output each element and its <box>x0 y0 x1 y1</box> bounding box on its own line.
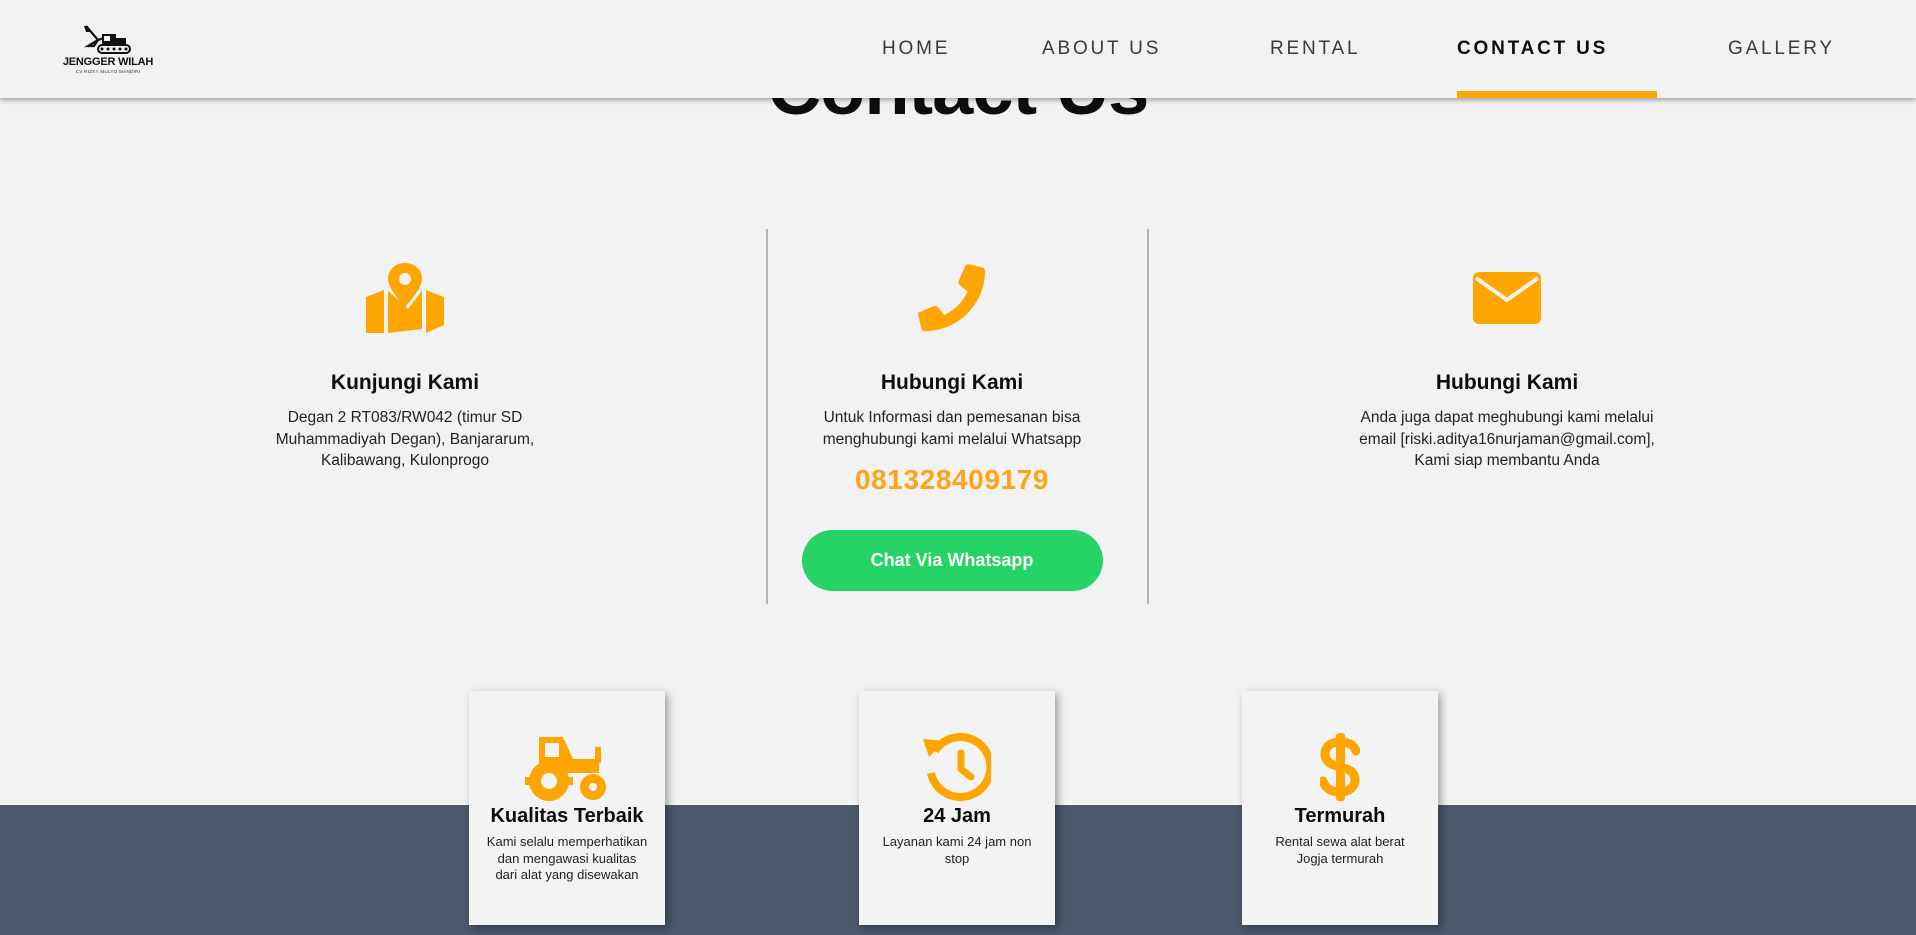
phone-title: Hubungi Kami <box>880 371 1024 394</box>
feature-description: Rental sewa alat berat Jogja termurah <box>1242 834 1438 867</box>
envelope-icon <box>1330 258 1684 338</box>
feature-card-quality: Kualitas Terbaik Kami selalu memperhatik… <box>469 691 665 925</box>
visit-title: Kunjungi Kami <box>330 371 480 394</box>
address-line: Degan 2 RT083/RW042 (timur SD <box>287 409 523 426</box>
feature-title: Kualitas Terbaik <box>490 805 644 827</box>
email-description-line: Kami siap membantu Anda <box>1414 452 1600 469</box>
contact-visit: Kunjungi Kami Degan 2 RT083/RW042 (timur… <box>230 230 580 472</box>
feature-line: dan mengawasi kualitas <box>497 850 637 866</box>
nav-gallery[interactable]: GALLERY <box>1728 38 1835 60</box>
email-description-line: Anda juga dapat meghubungi kami melalui <box>1360 409 1654 426</box>
email-description: Anda juga dapat meghubungi kami melalui … <box>1330 407 1684 472</box>
contact-email: Hubungi Kami Anda juga dapat meghubungi … <box>1330 230 1684 472</box>
dollar-icon <box>1242 727 1438 801</box>
address-line: Kalibawang, Kulonprogo <box>320 452 490 469</box>
phone-description-line: Untuk Informasi dan pemesanan bisa <box>823 409 1081 426</box>
map-pin-icon <box>230 258 580 338</box>
logo-name: JENGGER WILAH <box>62 56 154 68</box>
address-line: Muhammadiyah Degan), Banjararum, <box>275 430 535 448</box>
nav-home[interactable]: HOME <box>882 38 950 60</box>
email-description-line: email [riski.aditya16nurjaman@gmail.com]… <box>1359 430 1655 448</box>
feature-line: Kami selalu memperhatikan <box>486 834 648 849</box>
feature-description: Layanan kami 24 jam non stop <box>859 834 1055 867</box>
column-divider <box>1147 229 1149 604</box>
contact-phone: Hubungi Kami Untuk Informasi dan pemesan… <box>780 230 1124 591</box>
nav-rental[interactable]: RENTAL <box>1270 38 1360 60</box>
column-divider <box>766 229 768 604</box>
excavator-logo-icon <box>84 25 131 54</box>
feature-line: dari alat yang disewakan <box>495 867 639 882</box>
feature-line: Layanan kami 24 jam non <box>882 834 1032 849</box>
phone-number[interactable]: 081328409179 <box>780 464 1124 496</box>
chat-whatsapp-button[interactable]: Chat Via Whatsapp <box>801 530 1103 591</box>
nav-active-indicator <box>1457 91 1657 98</box>
phone-description: Untuk Informasi dan pemesanan bisa mengh… <box>780 407 1124 450</box>
feature-card-24-hours: 24 Jam Layanan kami 24 jam non stop <box>859 691 1055 925</box>
history-clock-icon <box>859 727 1055 801</box>
feature-description: Kami selalu memperhatikan dan mengawasi … <box>469 834 665 884</box>
navbar: JENGGER WILAH CV RIZKY MULYO MANDIRI HOM… <box>0 0 1916 98</box>
logo[interactable]: JENGGER WILAH CV RIZKY MULYO MANDIRI <box>50 22 166 76</box>
phone-description-line: menghubungi kami melalui Whatsapp <box>822 430 1082 448</box>
phone-icon <box>780 258 1124 338</box>
feature-card-cheapest: Termurah Rental sewa alat berat Jogja te… <box>1242 691 1438 925</box>
nav-about-us[interactable]: ABOUT US <box>1042 38 1161 60</box>
feature-line: Rental sewa alat berat <box>1275 834 1405 849</box>
visit-address: Degan 2 RT083/RW042 (timur SD Muhammadiy… <box>230 407 580 472</box>
email-title: Hubungi Kami <box>1435 371 1579 394</box>
nav-contact-us[interactable]: CONTACT US <box>1457 38 1608 60</box>
feature-title: 24 Jam <box>923 805 991 827</box>
logo-subtitle: CV RIZKY MULYO MANDIRI <box>75 69 141 74</box>
feature-title: Termurah <box>1294 805 1386 827</box>
feature-line: stop <box>944 850 970 866</box>
tractor-icon <box>469 727 665 801</box>
feature-line: Jogja termurah <box>1296 850 1384 866</box>
